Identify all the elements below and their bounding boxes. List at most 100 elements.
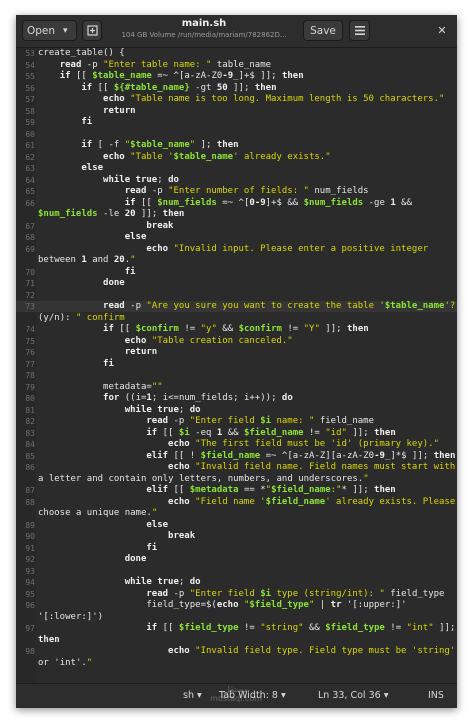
code-line[interactable]: 59 fi xyxy=(16,117,457,128)
code-line[interactable]: 74 if [[ $confirm != "y" && $confirm != … xyxy=(16,324,457,335)
code-line[interactable]: 89 else xyxy=(16,520,457,531)
code-line[interactable]: '[:lower:]') xyxy=(16,612,457,623)
cursor-position-label: Ln 33, Col 36 xyxy=(318,690,381,701)
code-line[interactable]: a letter and contain only letters, numbe… xyxy=(16,474,457,485)
code-text: '[:lower:]') xyxy=(38,611,104,622)
line-number: 86 xyxy=(25,463,35,472)
code-line[interactable]: 87 elif [[ $metadata == *"$field_name:"*… xyxy=(16,485,457,496)
code-line[interactable]: 93 xyxy=(16,566,457,577)
line-number: 67 xyxy=(25,221,35,231)
code-line[interactable]: 68 else xyxy=(16,232,457,243)
code-line[interactable]: $num_fields -le 20 ]]; then xyxy=(16,209,457,220)
code-line[interactable]: 57 echo "Table name is too long. Maximum… xyxy=(16,94,457,105)
code-line[interactable]: 96 field_type=$(echo "$field_type" | tr … xyxy=(16,600,457,611)
code-line[interactable]: 66 if [[ $num_fields =~ ^[0-9]+$ && $num… xyxy=(16,198,457,209)
code-text: if [[ $i -eq 1 && $field_name != "id" ]]… xyxy=(146,427,396,438)
code-line[interactable]: 73 read -p "Are you sure you want to cre… xyxy=(16,301,457,312)
line-number: 82 xyxy=(25,417,35,426)
menu-button[interactable] xyxy=(349,20,370,41)
code-text: elif [[ $metadata == *"$field_name:"* ]]… xyxy=(146,485,396,495)
code-line[interactable]: 61 if [ -f "$table_name" ]; then xyxy=(16,140,457,151)
code-line[interactable]: 82 read -p "Enter field $i name: " field… xyxy=(16,416,457,427)
code-line[interactable]: 91 fi xyxy=(16,543,457,554)
title-area: main.sh 104 GB Volume /run/media/mariam/… xyxy=(114,17,294,40)
code-line[interactable]: 55 if [[ $table_name =~ ^[a-zA-Z0-9_]+$ … xyxy=(16,71,457,82)
line-number: 93 xyxy=(25,566,35,576)
code-line[interactable]: 78 xyxy=(16,370,457,381)
line-number: 85 xyxy=(25,451,35,461)
line-number: 95 xyxy=(25,589,35,599)
line-number: 62 xyxy=(25,152,35,162)
code-line[interactable]: 60 xyxy=(16,129,457,140)
chevron-down-icon: ▾ xyxy=(281,690,286,701)
code-line[interactable]: 76 return xyxy=(16,347,457,358)
code-line[interactable]: 86 echo "Invalid field name. Field names… xyxy=(16,462,457,473)
tab-width-selector[interactable]: Tab Width: 8 ▾ xyxy=(219,690,286,701)
status-bar: sh ▾ مستقل mostaql.com Tab Width: 8 ▾ Ln… xyxy=(16,683,457,708)
code-line[interactable]: choose a unique name." xyxy=(16,508,457,519)
code-text: fi xyxy=(103,358,114,369)
code-line[interactable]: 94 while true; do xyxy=(16,577,457,588)
code-text: then xyxy=(38,634,60,645)
code-text: between 1 and 20." xyxy=(38,255,136,265)
code-line[interactable]: 65 read -p "Enter number of fields: " nu… xyxy=(16,186,457,197)
code-line[interactable]: 72 xyxy=(16,290,457,301)
code-line[interactable]: 84 echo "The first field must be 'id' (p… xyxy=(16,439,457,450)
code-text: echo "The first field must be 'id' (prim… xyxy=(168,439,439,449)
language-label: sh xyxy=(183,690,194,701)
code-text: fi xyxy=(124,266,136,277)
line-number: 57 xyxy=(25,95,35,104)
code-text: echo "Table creation canceled." xyxy=(124,335,293,346)
code-text: if [[ $table_name =~ ^[a-zA-Z0-9_]+$ ]];… xyxy=(59,71,304,81)
window-title: main.sh xyxy=(181,18,227,29)
code-line[interactable]: 92 done xyxy=(16,554,457,565)
save-button[interactable]: Save xyxy=(303,20,343,41)
code-line[interactable]: 62 echo "Table '$table_name' already exi… xyxy=(16,152,457,163)
code-line[interactable]: 95 read -p "Enter field $i type (string/… xyxy=(16,589,457,600)
code-line[interactable]: 69 echo "Invalid input. Please enter a p… xyxy=(16,244,457,255)
code-line[interactable]: 79 metadata="" xyxy=(16,382,457,393)
code-line[interactable]: 64 while true; do xyxy=(16,175,457,186)
code-text: else xyxy=(146,519,169,530)
code-line[interactable]: 63 else xyxy=(16,163,457,174)
code-line[interactable]: 97 if [[ $field_type != "string" && $fie… xyxy=(16,623,457,634)
code-line[interactable]: 80 for ((i=1; i<=num_fields; i++)); do xyxy=(16,393,457,404)
insert-mode-label: INS xyxy=(428,690,444,701)
line-number: 60 xyxy=(25,129,35,139)
code-line[interactable]: 98 echo "Invalid field type. Field type … xyxy=(16,646,457,657)
line-number: 64 xyxy=(25,175,35,185)
code-line[interactable]: 70 fi xyxy=(16,267,457,278)
code-line[interactable]: between 1 and 20." xyxy=(16,255,457,266)
code-line[interactable]: or 'int'." xyxy=(16,658,457,669)
hamburger-menu-icon xyxy=(354,26,365,35)
open-button[interactable]: Open ▾ xyxy=(22,20,77,41)
line-number: 88 xyxy=(25,497,35,507)
code-text: read -p "Enter table name: " table_name xyxy=(59,59,272,70)
line-number: 79 xyxy=(25,382,35,392)
code-line[interactable]: 88 echo "Field name '$field_name' alread… xyxy=(16,497,457,508)
code-editor[interactable]: 53 create_table() {54 read -p "Enter tabl… xyxy=(16,48,457,684)
code-text: fi xyxy=(81,117,93,127)
code-line[interactable]: (y/n): " confirm xyxy=(16,313,457,324)
code-line[interactable]: 53 create_table() { xyxy=(16,48,457,59)
code-text: read -p "Enter field $i type (string/int… xyxy=(146,588,445,599)
code-line[interactable]: 58 return xyxy=(16,106,457,117)
code-line[interactable]: 85 elif [[ ! $field_name =~ ^[a-zA-Z][a-… xyxy=(16,451,457,462)
code-line[interactable]: then xyxy=(16,635,457,646)
language-selector[interactable]: sh ▾ xyxy=(183,690,202,701)
code-line[interactable]: 54 read -p "Enter table name: " table_na… xyxy=(16,60,457,71)
code-line[interactable]: 75 echo "Table creation canceled." xyxy=(16,336,457,347)
code-line[interactable]: 67 break xyxy=(16,221,457,232)
new-document-button[interactable] xyxy=(82,20,102,41)
code-line[interactable]: 90 break xyxy=(16,531,457,542)
code-line[interactable]: 71 done xyxy=(16,278,457,289)
code-text: echo "Invalid field type. Field type mus… xyxy=(168,646,456,656)
code-line[interactable]: 77 fi xyxy=(16,359,457,370)
cursor-position[interactable]: Ln 33, Col 36 ▾ xyxy=(318,690,388,701)
code-line[interactable]: 83 if [[ $i -eq 1 && $field_name != "id"… xyxy=(16,428,457,439)
code-text: echo "Invalid input. Please enter a posi… xyxy=(146,243,429,254)
code-line[interactable]: 56 if [[ ${#table_name} -gt 50 ]]; then xyxy=(16,83,457,94)
close-button[interactable]: ✕ xyxy=(432,20,452,41)
code-text: while true; do xyxy=(124,404,201,415)
code-line[interactable]: 81 while true; do xyxy=(16,405,457,416)
